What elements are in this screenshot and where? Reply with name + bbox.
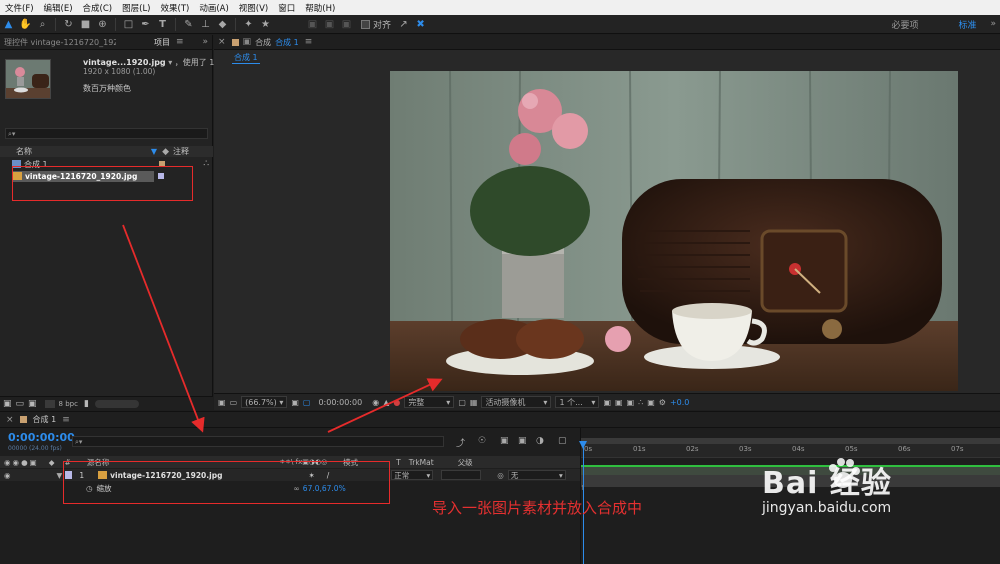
annotation-arrow-up [327, 378, 443, 433]
watermark-brand: Bai 经验 [762, 466, 892, 501]
annotation-text: 导入一张图片素材并放入合成中 [432, 499, 643, 517]
baidu-watermark: Bai 经验 jingyan.baidu.com [762, 458, 892, 516]
annotation-arrow-down [122, 224, 205, 433]
watermark-url: jingyan.baidu.com [762, 500, 892, 516]
